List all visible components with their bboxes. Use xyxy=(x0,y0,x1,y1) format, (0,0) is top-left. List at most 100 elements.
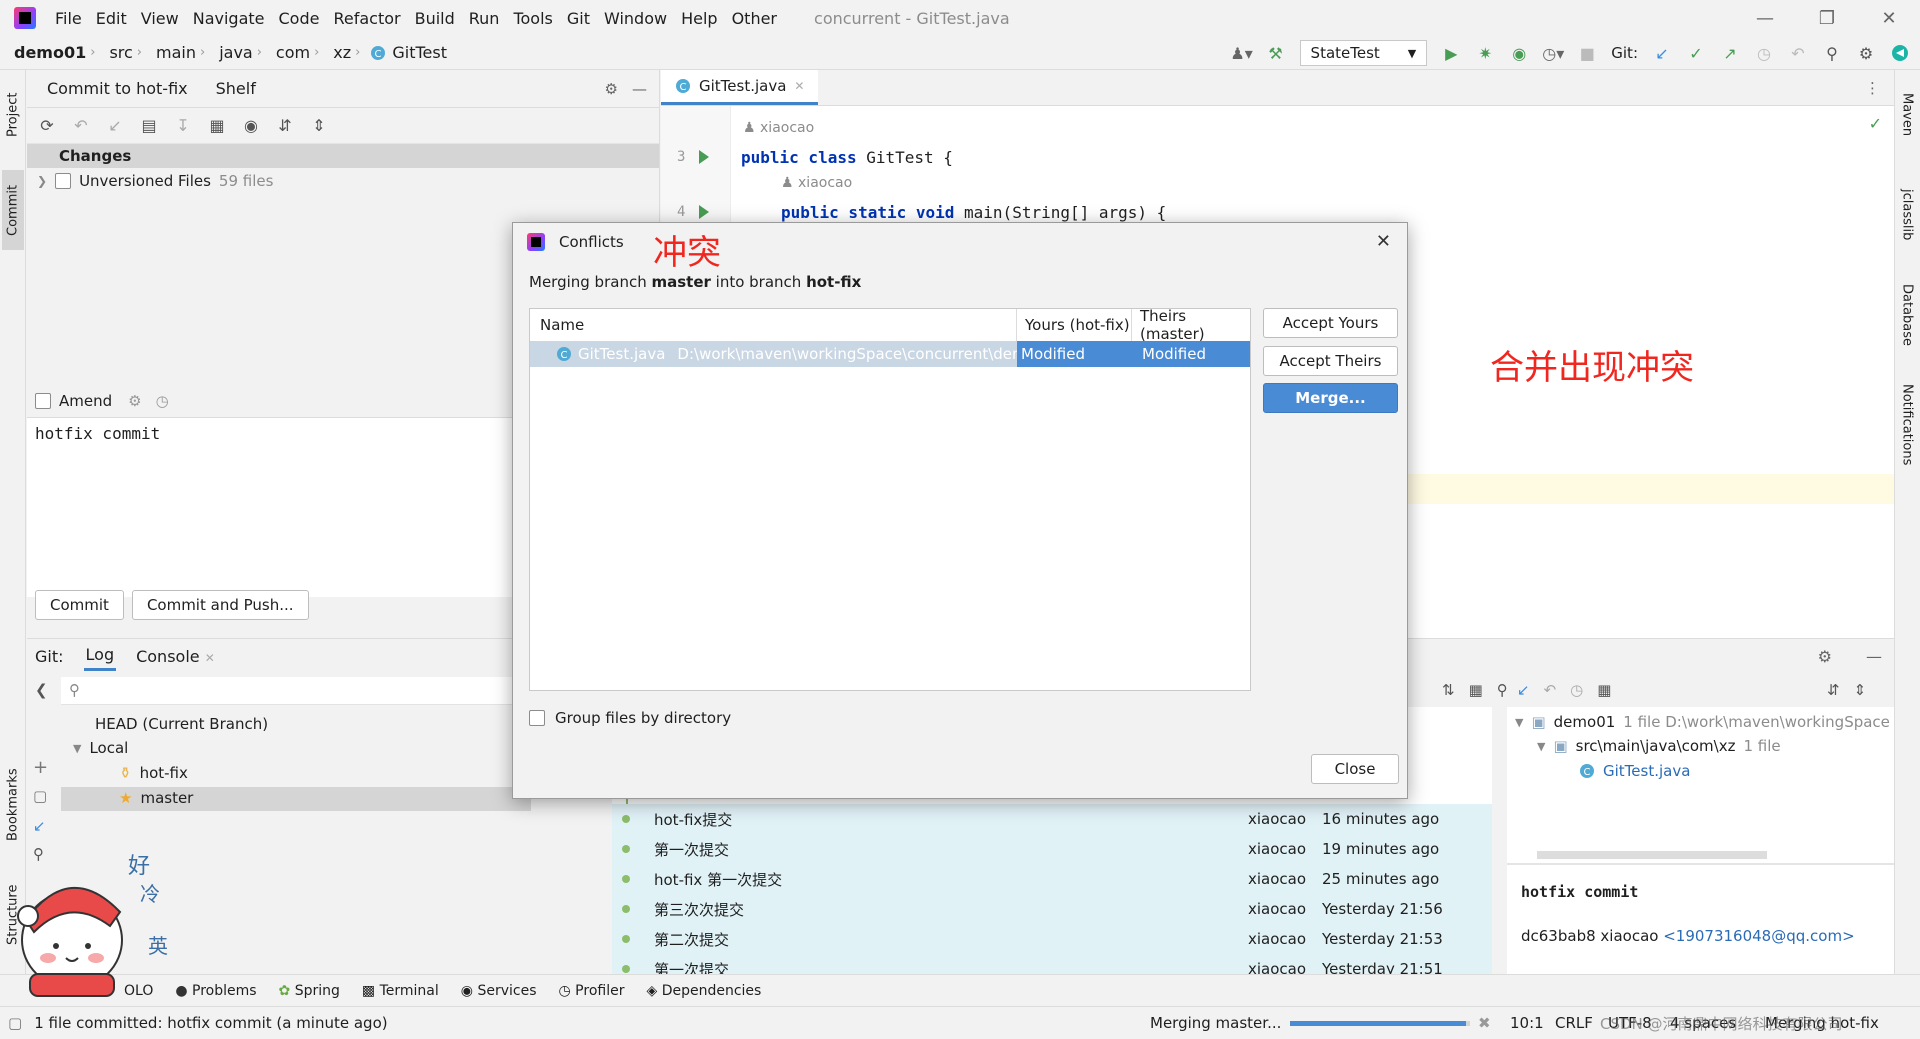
menu-run[interactable]: Run xyxy=(462,9,507,28)
status-toggle-icon[interactable]: ▢ xyxy=(8,1014,22,1032)
stop-icon[interactable]: ■ xyxy=(1577,43,1597,63)
jclasslib-tool-tab[interactable]: jclasslib xyxy=(1896,170,1918,260)
branch-hotfix-node[interactable]: ⚱ hot-fix xyxy=(119,764,188,782)
amend-label[interactable]: Amend xyxy=(59,392,112,410)
commit-and-push-button[interactable]: Commit and Push... xyxy=(131,590,309,620)
hide-panel-icon[interactable]: — xyxy=(632,80,647,98)
fetch-icon[interactable]: ↙ xyxy=(33,817,46,835)
run-icon[interactable]: ▶ xyxy=(1441,43,1461,63)
commit-button[interactable]: Commit xyxy=(35,590,124,620)
shelve-icon[interactable]: ↧ xyxy=(173,116,193,136)
notifications-tool-tab[interactable]: Notifications xyxy=(1896,370,1918,480)
tool-problems[interactable]: ● Problems xyxy=(175,983,256,999)
history-icon[interactable]: ◷ xyxy=(1754,43,1774,63)
back-arrow-icon[interactable]: ❮ xyxy=(35,681,48,699)
hide-panel-icon[interactable]: — xyxy=(1866,647,1882,666)
commit-tool-tab[interactable]: Commit xyxy=(2,170,24,250)
branch-head-node[interactable]: HEAD (Current Branch) xyxy=(95,715,268,733)
crumb-main[interactable]: main xyxy=(142,43,200,62)
settings-gear-icon[interactable]: ⚙ xyxy=(1818,647,1832,666)
cancel-task-icon[interactable]: ✖ xyxy=(1478,1014,1491,1032)
database-tool-tab[interactable]: Database xyxy=(1896,270,1918,360)
menu-view[interactable]: View xyxy=(134,9,186,28)
background-task-label[interactable]: Merging master... xyxy=(1150,1014,1281,1032)
tool-profiler[interactable]: ◷ Profiler xyxy=(559,983,625,999)
cherry-pick-icon[interactable]: ↙ xyxy=(1517,681,1530,699)
bookmarks-tool-tab[interactable]: Bookmarks xyxy=(2,760,24,850)
menu-build[interactable]: Build xyxy=(408,9,462,28)
view-options-eye-icon[interactable]: ◉ xyxy=(241,116,261,136)
debug-icon[interactable]: ✷ xyxy=(1475,43,1495,63)
log-row[interactable]: hot-fix 第一次提交 xiaocao 25 minutes ago xyxy=(612,864,1492,894)
crumb-java[interactable]: java xyxy=(205,43,257,62)
run-config-select[interactable]: StateTest ▼ xyxy=(1299,40,1428,66)
menu-window[interactable]: Window xyxy=(597,9,674,28)
menu-help[interactable]: Help xyxy=(674,9,724,28)
collapse-all-icon[interactable]: ⇕ xyxy=(1854,681,1867,699)
tool-services[interactable]: ◉ Services xyxy=(461,983,537,999)
branch-master-node[interactable]: ★ master xyxy=(119,789,193,807)
history-icon[interactable]: ◷ xyxy=(1570,681,1583,699)
search-icon[interactable]: ⚲ xyxy=(1497,681,1508,699)
user-icon[interactable]: ♟▾ xyxy=(1230,43,1252,63)
code-line-4[interactable]: public static void main(String[] args) { xyxy=(781,203,1166,222)
delete-icon[interactable]: ▢ xyxy=(33,787,47,805)
status-message[interactable]: 1 file committed: hotfix commit (a minut… xyxy=(34,1014,387,1032)
maven-tool-tab[interactable]: Maven xyxy=(1896,80,1918,150)
menu-code[interactable]: Code xyxy=(272,9,327,28)
chevron-right-icon[interactable]: ❯ xyxy=(37,174,47,188)
group-icon[interactable]: ▦ xyxy=(1597,681,1611,699)
menu-navigate[interactable]: Navigate xyxy=(186,9,272,28)
tool-spring[interactable]: ✿ Spring xyxy=(279,983,340,999)
editor-tab-gittest[interactable]: C GitTest.java ✕ xyxy=(661,70,819,105)
git-commit-icon[interactable]: ✓ xyxy=(1686,43,1706,63)
conflict-row[interactable]: C GitTest.java D:\work\maven\workingSpac… xyxy=(530,341,1250,367)
amend-checkbox[interactable] xyxy=(35,393,51,409)
branch-search-input[interactable]: ⚲ xyxy=(61,677,531,705)
menu-other[interactable]: Other xyxy=(725,9,784,28)
build-hammer-icon[interactable]: ⚒ xyxy=(1266,43,1286,63)
close-button[interactable]: Close xyxy=(1311,754,1399,784)
menu-refactor[interactable]: Refactor xyxy=(326,9,407,28)
crumb-xz[interactable]: xz xyxy=(319,43,355,62)
menu-git[interactable]: Git xyxy=(560,9,597,28)
close-tab-icon[interactable]: ✕ xyxy=(794,79,804,93)
tool-terminal[interactable]: ▩ Terminal xyxy=(362,983,439,999)
tab-commit-to-branch[interactable]: Commit to hot-fix xyxy=(27,79,202,98)
settings-gear-icon[interactable]: ⚙ xyxy=(1856,43,1876,63)
commit-options-gear-icon[interactable]: ⚙ xyxy=(128,392,141,410)
collapse-all-icon[interactable]: ⇕ xyxy=(309,116,329,136)
group-icon[interactable]: ▦ xyxy=(1469,681,1483,699)
details-dir-node[interactable]: ▼ ▣ src\main\java\com\xz 1 file xyxy=(1537,737,1781,755)
git-update-icon[interactable]: ↙ xyxy=(1652,43,1672,63)
close-tab-icon[interactable]: ✕ xyxy=(205,651,215,665)
expand-all-icon[interactable]: ⇵ xyxy=(1827,681,1840,699)
unversioned-files-node[interactable]: ❯ Unversioned Files 59 files xyxy=(27,168,659,194)
close-dialog-icon[interactable]: ✕ xyxy=(1376,231,1391,252)
caret-position[interactable]: 10:1 xyxy=(1510,1014,1544,1032)
update-icon[interactable]: ↙ xyxy=(105,116,125,136)
merge-button[interactable]: Merge... xyxy=(1263,383,1398,413)
unversioned-checkbox[interactable] xyxy=(55,173,72,189)
column-header-theirs[interactable]: Theirs (master) xyxy=(1132,307,1250,343)
details-email-link[interactable]: <1907316048@qq.com> xyxy=(1663,927,1854,945)
column-header-name[interactable]: Name xyxy=(530,309,1017,341)
settings-gear-icon[interactable]: ⚙ xyxy=(605,80,618,98)
restore-icon[interactable]: ❐ xyxy=(1796,0,1858,36)
menu-edit[interactable]: Edit xyxy=(89,9,134,28)
column-header-yours[interactable]: Yours (hot-fix) xyxy=(1017,309,1132,341)
details-file-node[interactable]: C GitTest.java xyxy=(1579,762,1690,780)
details-root-node[interactable]: ▼ ▣ demo01 1 file D:\work\maven\workingSpac… xyxy=(1515,713,1890,731)
group-by-directory-checkbox[interactable] xyxy=(529,710,545,726)
revert-icon[interactable]: ↶ xyxy=(1544,681,1557,699)
menu-tools[interactable]: Tools xyxy=(506,9,559,28)
changes-header[interactable]: Changes xyxy=(27,144,659,168)
tab-log[interactable]: Log xyxy=(83,641,117,671)
menu-file[interactable]: File xyxy=(48,9,89,28)
diff-icon[interactable]: ▤ xyxy=(139,116,159,136)
accept-yours-button[interactable]: Accept Yours xyxy=(1263,308,1398,338)
log-row[interactable]: hot-fix提交 xiaocao 16 minutes ago xyxy=(612,804,1492,834)
tab-shelf[interactable]: Shelf xyxy=(202,79,270,98)
code-line-3[interactable]: public class GitTest { xyxy=(741,148,953,167)
run-gutter-icon[interactable] xyxy=(699,150,709,164)
